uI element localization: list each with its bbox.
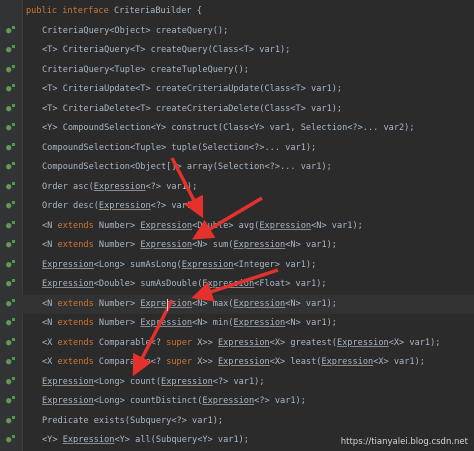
- arrow-to-avg: [170, 157, 204, 219]
- text-caret: [167, 298, 168, 311]
- arrow-to-count: [132, 299, 174, 377]
- arrow-to-max: [191, 268, 279, 302]
- watermark: https://tianyalei.blog.csdn.net: [340, 437, 468, 447]
- arrow-to-sum: [191, 196, 263, 240]
- annotation-arrows: [132, 157, 279, 377]
